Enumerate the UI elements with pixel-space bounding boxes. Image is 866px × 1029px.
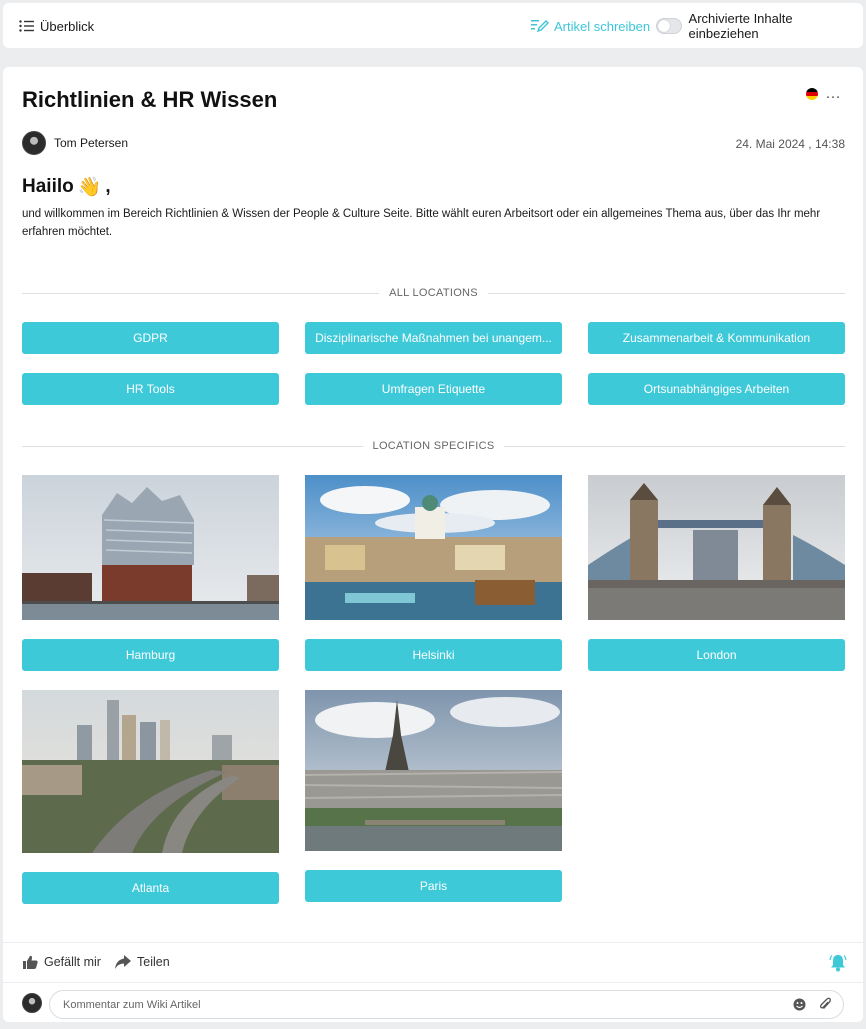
topic-button-survey-etiquette[interactable]: Umfragen Etiquette [305,373,562,405]
section-divider-all-locations: ALL LOCATIONS [22,286,845,300]
share-button[interactable]: Teilen [115,955,170,969]
location-button-paris[interactable]: Paris [305,870,562,902]
write-article-label: Artikel schreiben [554,18,651,34]
avatar[interactable] [22,131,46,155]
greeting-suffix: , [105,175,111,197]
author-name[interactable]: Tom Petersen [54,136,128,150]
topic-button-gdpr[interactable]: GDPR [22,322,279,354]
avatar[interactable] [22,993,42,1013]
overview-link[interactable]: Überblick [19,17,94,35]
list-icon [19,20,34,32]
section-label: LOCATION SPECIFICS [372,440,495,452]
location-button-hamburg[interactable]: Hamburg [22,639,279,671]
section-label: ALL LOCATIONS [389,287,478,299]
german-flag-icon[interactable] [806,88,818,100]
article-card: Richtlinien & HR Wissen … Tom Petersen 2… [3,67,863,1022]
write-article-button[interactable]: Artikel schreiben [531,17,650,35]
paperclip-icon[interactable] [819,997,831,1012]
comment-input[interactable] [49,990,844,1019]
pen-lines-icon [531,20,549,33]
london-image[interactable] [588,475,845,620]
overview-label: Überblick [40,18,95,34]
location-button-london[interactable]: London [588,639,845,671]
bell-icon[interactable] [829,954,847,972]
share-label: Teilen [137,955,170,969]
top-bar: Überblick Artikel schreiben Archivierte … [3,3,863,48]
archived-toggle[interactable] [656,18,682,34]
like-button[interactable]: Gefällt mir [23,955,101,969]
location-button-atlanta[interactable]: Atlanta [22,872,279,904]
waving-hand-icon: 👋 [77,176,102,198]
greeting: Haiilo 👋 , [22,175,111,199]
archived-toggle-group: Archivierte Inhalte einbeziehen [656,11,863,41]
helsinki-image[interactable] [305,475,562,620]
article-title: Richtlinien & HR Wissen [22,87,278,112]
like-label: Gefällt mir [44,955,101,969]
hamburg-image[interactable] [22,475,279,620]
author: Tom Petersen [22,131,128,155]
article-actions-bar: Gefällt mir Teilen [3,942,863,982]
comment-row [3,982,863,1022]
topic-button-remote-work[interactable]: Ortsunabhängiges Arbeiten [588,373,845,405]
topic-button-collaboration[interactable]: Zusammenarbeit & Kommunikation [588,322,845,354]
smiley-icon[interactable] [793,998,806,1011]
atlanta-image[interactable] [22,690,279,853]
intro-text: und willkommen im Bereich Richtlinien & … [22,208,821,238]
share-arrow-icon [115,955,131,969]
section-divider-location-specifics: LOCATION SPECIFICS [22,439,845,453]
more-options-icon[interactable]: … [825,85,842,103]
publish-date: 24. Mai 2024 , 14:38 [735,137,845,151]
location-button-helsinki[interactable]: Helsinki [305,639,562,671]
paris-image[interactable] [305,690,562,851]
topic-button-disciplinary[interactable]: Disziplinarische Maßnahmen bei unangem..… [305,322,562,354]
greeting-text: Haiilo [22,175,74,197]
topic-button-hr-tools[interactable]: HR Tools [22,373,279,405]
thumbs-up-icon [23,955,38,969]
archived-label: Archivierte Inhalte einbeziehen [688,11,793,41]
